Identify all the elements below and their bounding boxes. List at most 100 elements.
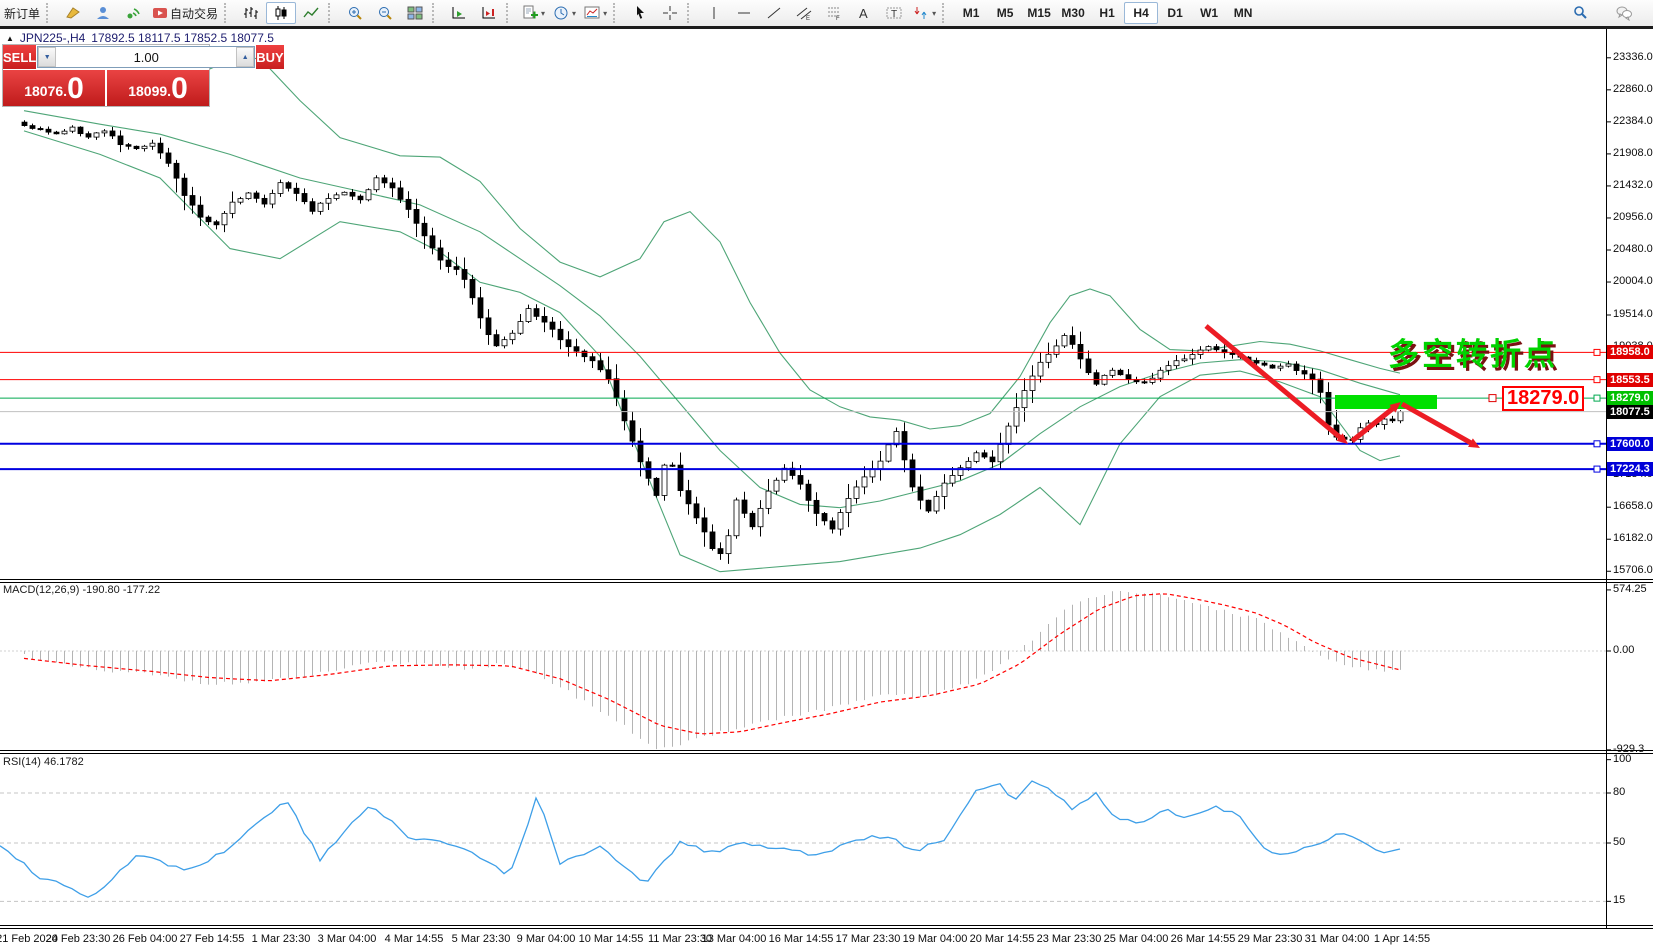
price-tick-label: 21432.0 — [1613, 179, 1653, 191]
indicators-button[interactable]: ▾ — [518, 2, 549, 24]
volume-increase-button[interactable]: ▲ — [236, 47, 254, 67]
time-tick-label: 27 Feb 14:55 — [180, 933, 245, 945]
vertical-line-button[interactable] — [699, 2, 729, 24]
timeframe-W1[interactable]: W1 — [1192, 2, 1226, 24]
community-button[interactable] — [88, 2, 118, 24]
periods-button[interactable]: ▾ — [549, 2, 580, 24]
price-tag: 18958.0 — [1607, 345, 1653, 359]
chevron-down-icon[interactable]: ▾ — [932, 9, 936, 18]
candlestick-chart-icon — [273, 5, 289, 21]
search-button[interactable] — [1565, 2, 1595, 24]
zoom-in-icon — [347, 5, 363, 21]
timeframe-D1[interactable]: D1 — [1158, 2, 1192, 24]
toolbar-separator — [687, 3, 697, 23]
zoom-out-icon — [377, 5, 393, 21]
equidistant-channel-button[interactable]: E — [789, 2, 819, 24]
bar-chart-icon — [243, 5, 259, 21]
auto-trading-button[interactable]: 自动交易 — [148, 2, 222, 24]
price-tag: 17224.3 — [1607, 462, 1653, 476]
highlight-rectangle[interactable] — [1335, 395, 1437, 409]
line-chart-icon — [303, 5, 319, 21]
sell-price[interactable]: 18076.0 — [3, 70, 105, 106]
rsi-line — [0, 781, 1400, 897]
fibonacci-button[interactable]: F — [819, 2, 849, 24]
volume-decrease-button[interactable]: ▼ — [38, 47, 56, 67]
zoom-out-button[interactable] — [370, 2, 400, 24]
bollinger-lower — [24, 131, 1400, 572]
level-price-callout[interactable]: 18279.0 — [1502, 386, 1584, 411]
toolbar-separator — [613, 3, 623, 23]
auto-scroll-icon — [451, 5, 467, 21]
chat-button[interactable] — [1609, 2, 1639, 24]
bar-chart-button[interactable] — [236, 2, 266, 24]
timeframe-MN[interactable]: MN — [1226, 2, 1260, 24]
timeframe-M30[interactable]: M30 — [1056, 2, 1090, 24]
cursor-button[interactable] — [625, 2, 655, 24]
svg-text:E: E — [806, 16, 810, 21]
mql-market-icon — [65, 5, 81, 21]
time-tick-label: 26 Mar 14:55 — [1171, 933, 1236, 945]
chart-canvas[interactable] — [0, 0, 1653, 950]
tile-windows-button[interactable] — [400, 2, 430, 24]
price-tick-label: 20004.0 — [1613, 275, 1653, 287]
timeframe-M5[interactable]: M5 — [988, 2, 1022, 24]
timeframe-M1[interactable]: M1 — [954, 2, 988, 24]
templates-button[interactable]: ▾ — [580, 2, 611, 24]
line-chart-button[interactable] — [296, 2, 326, 24]
text-tool-button[interactable]: A — [849, 2, 879, 24]
symbol-label: JPN225-,H4 — [20, 31, 85, 45]
mql-market-button[interactable] — [58, 2, 88, 24]
trend-arrow[interactable] — [1352, 406, 1396, 441]
price-tick-label: 20956.0 — [1613, 211, 1653, 223]
buy-button[interactable]: BUY — [256, 45, 283, 69]
signals-icon — [125, 5, 141, 21]
fibonacci-icon: F — [826, 5, 842, 21]
rsi-tick-label: 15 — [1613, 894, 1625, 906]
horizontal-line-button[interactable] — [729, 2, 759, 24]
time-tick-label: 25 Mar 04:00 — [1104, 933, 1169, 945]
text-label-tool-button[interactable]: T — [879, 2, 909, 24]
templates-icon — [584, 5, 600, 21]
toolbar-separator — [432, 3, 442, 23]
trend-arrow[interactable] — [1402, 404, 1475, 445]
search-icon — [1572, 5, 1588, 21]
price-tag: 17600.0 — [1607, 437, 1653, 451]
chevron-down-icon[interactable]: ▾ — [541, 9, 545, 18]
annotation-text[interactable]: 多空转折点 — [1388, 329, 1558, 374]
zoom-in-button[interactable] — [340, 2, 370, 24]
chevron-down-icon[interactable]: ▾ — [572, 9, 576, 18]
horizontal-line-icon — [736, 5, 752, 21]
time-tick-label: 20 Mar 14:55 — [970, 933, 1035, 945]
buy-price[interactable]: 18099.0 — [107, 70, 209, 106]
time-tick-label: 9 Mar 04:00 — [517, 933, 576, 945]
auto-scroll-button[interactable] — [444, 2, 474, 24]
time-tick-label: 4 Mar 14:55 — [385, 933, 444, 945]
volume-input[interactable] — [56, 47, 236, 67]
new-order[interactable]: 新订单 — [0, 2, 44, 24]
macd-tick-label: 0.00 — [1613, 644, 1634, 656]
time-tick-label: 17 Mar 23:30 — [836, 933, 901, 945]
chevron-down-icon[interactable]: ▾ — [603, 9, 607, 18]
mt4-window: { "icons":{"expand":"▲","caret":"▾","spi… — [0, 0, 1653, 950]
timeframe-H4[interactable]: H4 — [1124, 2, 1158, 24]
time-tick-label: 1 Apr 14:55 — [1374, 933, 1430, 945]
chart-shift-icon — [481, 5, 497, 21]
time-tick-label: 10 Mar 14:55 — [579, 933, 644, 945]
toolbar-separator — [328, 3, 338, 23]
trendline-button[interactable] — [759, 2, 789, 24]
time-tick-label: 24 Feb 23:30 — [46, 933, 111, 945]
chart-shift-button[interactable] — [474, 2, 504, 24]
signals-button[interactable] — [118, 2, 148, 24]
chart-expand-icon[interactable]: ▲ — [6, 34, 14, 43]
bollinger-middle — [24, 111, 1400, 508]
candlestick-chart-button[interactable] — [266, 2, 296, 24]
price-tag: 18077.5 — [1607, 405, 1653, 419]
timeframe-H1[interactable]: H1 — [1090, 2, 1124, 24]
arrow-objects-button[interactable]: ▾ — [909, 2, 940, 24]
rsi-label: RSI(14) 46.1782 — [3, 756, 84, 768]
timeframe-M15[interactable]: M15 — [1022, 2, 1056, 24]
sell-button[interactable]: SELL — [3, 45, 36, 69]
chart-title: ▲ JPN225-,H4 17892.5 18117.5 17852.5 180… — [6, 31, 274, 45]
crosshair-button[interactable] — [655, 2, 685, 24]
price-tick-label: 22384.0 — [1613, 115, 1653, 127]
